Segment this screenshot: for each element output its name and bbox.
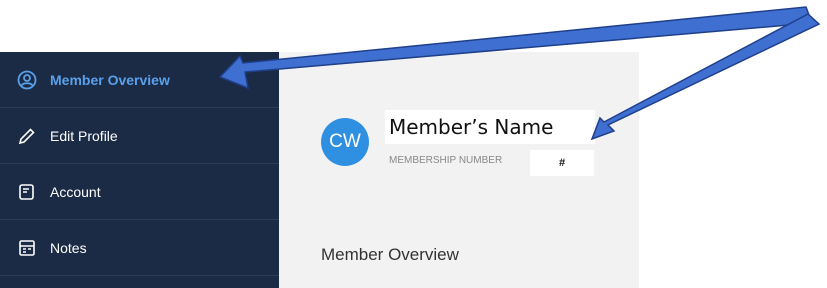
user-circle-icon [16, 69, 38, 91]
pencil-icon [16, 125, 38, 147]
section-title: Member Overview [321, 245, 459, 264]
sidebar-item-label: Account [50, 183, 101, 200]
membership-number-label: MEMBERSHIP NUMBER [389, 155, 503, 166]
receipt-icon [16, 181, 38, 203]
sidebar-item-label: Notes [50, 239, 87, 256]
sidebar: Member Overview Edit Profile Account Not… [0, 52, 279, 288]
avatar: CW [321, 118, 369, 166]
sidebar-item-edit-profile[interactable]: Edit Profile [0, 108, 279, 164]
sidebar-item-member-overview[interactable]: Member Overview [0, 52, 279, 108]
membership-number-value: # [530, 150, 594, 176]
member-name: Member’s Name [385, 110, 595, 144]
notes-icon [16, 237, 38, 259]
sidebar-item-label: Member Overview [50, 71, 170, 88]
sidebar-item-account[interactable]: Account [0, 164, 279, 220]
sidebar-item-notes[interactable]: Notes [0, 220, 279, 276]
sidebar-item-label: Edit Profile [50, 127, 118, 144]
